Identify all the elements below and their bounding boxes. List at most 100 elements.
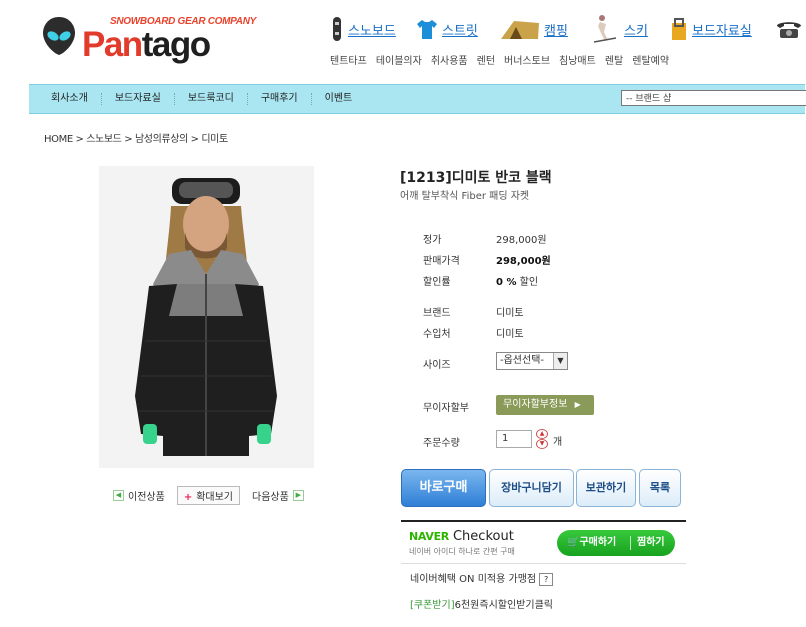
- logo-wordmark-part2: tago: [141, 25, 211, 64]
- naver-benefit-notice: 네이버혜택 ON 미적용 가맹점?: [410, 570, 554, 586]
- subnav-item[interactable]: 테이블의자: [376, 52, 422, 67]
- menu-item-board-coordi[interactable]: 보드룩코디: [173, 93, 247, 105]
- subnav-item[interactable]: 렌탈: [605, 52, 623, 67]
- naver-checkout-subtitle: 네이버 아이디 하나로 간편 구매: [409, 547, 515, 556]
- naver-benefit-text: 네이버혜택 ON 미적용 가맹점: [410, 574, 537, 585]
- category-board-archive[interactable]: 보드자료실: [670, 14, 752, 44]
- skier-icon: [593, 15, 617, 43]
- category-street[interactable]: 스트릿: [416, 14, 478, 44]
- price-value: 298,000원: [496, 235, 547, 246]
- sale-price-value: 298,000원: [496, 256, 551, 267]
- product-title: [1213]디미토 반코 블랙: [400, 170, 552, 186]
- menu-item-board-archive[interactable]: 보드자료실: [100, 93, 174, 105]
- menu-item-company[interactable]: 회사소개: [51, 93, 101, 105]
- menu-item-events[interactable]: 이벤트: [310, 93, 366, 105]
- brand-value: 디미토: [496, 308, 524, 319]
- clip-icon: [672, 18, 686, 40]
- main-menu-bar: 회사소개 보드자료실 보드룩코디 구매후기 이벤트 -- 브랜드 샵 ▼: [29, 84, 806, 114]
- naver-checkout: NAVER Checkout 네이버 아이디 하나로 간편 구매 🛒구매하기 찜하…: [401, 520, 686, 564]
- quantity-label: 주문수량: [423, 438, 460, 449]
- category-camping[interactable]: 캠핑: [500, 14, 568, 44]
- quantity-stepper[interactable]: ▲ ▼: [536, 429, 548, 449]
- add-to-cart-button[interactable]: 장바구니담기: [489, 469, 574, 507]
- phone-icon: [777, 22, 801, 38]
- category-label: 캠핑: [544, 22, 568, 38]
- subnav-item[interactable]: 렌탈예약: [632, 52, 669, 67]
- interest-info-button[interactable]: 무이자할부정보 ▶: [496, 395, 594, 415]
- main-menu: 회사소개 보드자료실 보드룩코디 구매후기 이벤트: [51, 93, 365, 105]
- zoom-label: 확대보기: [196, 492, 234, 503]
- subnav-item[interactable]: 침낭매트: [559, 52, 596, 67]
- size-select-value: -옵션선택-: [500, 355, 545, 366]
- subnav-item[interactable]: 텐트타프: [330, 52, 367, 67]
- discount-value: 0 %: [496, 277, 517, 288]
- coupon-text: 6천원즉시할인받기클릭: [454, 600, 553, 611]
- size-label: 사이즈: [423, 360, 451, 371]
- quantity-down-icon[interactable]: ▼: [536, 439, 548, 449]
- product-subtitle: 어깨 탈부착식 Fiber 패딩 자켓: [400, 191, 530, 202]
- naver-wish-button[interactable]: 찜하기: [637, 530, 665, 556]
- prev-arrow-icon[interactable]: ◀: [113, 490, 124, 501]
- cart-icon: 🛒: [567, 537, 580, 548]
- logo-wordmark-part1: Pan: [82, 25, 143, 64]
- alien-logo-icon: [43, 17, 75, 55]
- product-image[interactable]: [99, 166, 314, 468]
- logo-wordmark: Pantago: [82, 25, 211, 64]
- naver-brand: NAVER: [409, 530, 449, 543]
- zoom-button[interactable]: + 확대보기: [176, 486, 241, 505]
- naver-buy-wish-button: 🛒구매하기 찜하기: [557, 530, 675, 556]
- brand-shop-select[interactable]: -- 브랜드 샵 ▼: [621, 90, 806, 106]
- naver-checkout-logo: NAVER Checkout: [409, 529, 514, 544]
- menu-item-reviews[interactable]: 구매후기: [246, 93, 311, 105]
- camping-subnav: 텐트타프 테이블의자 취사용품 렌턴 버너스토브 침낭매트 렌탈 렌탈예약: [330, 52, 669, 67]
- site-logo[interactable]: SNOWBOARD GEAR COMPANY Pantago: [42, 14, 272, 64]
- subnav-item[interactable]: 렌턴: [477, 52, 495, 67]
- help-icon[interactable]: ?: [539, 572, 554, 586]
- list-button[interactable]: 목록: [639, 469, 681, 507]
- dropdown-arrow-icon: ▼: [553, 353, 567, 369]
- image-navigation: ◀ 이전상품 + 확대보기 다음상품 ▶: [109, 486, 308, 505]
- interest-label: 무이자할부: [423, 403, 469, 414]
- save-for-later-button[interactable]: 보관하기: [576, 469, 636, 507]
- subnav-item[interactable]: 버너스토브: [504, 52, 550, 67]
- snowboard-icon: [333, 17, 341, 41]
- interest-button-label: 무이자할부정보: [503, 399, 568, 410]
- category-nav: 스노보드 스트릿 캠핑 스키 보드자료실: [330, 14, 806, 46]
- phone-link[interactable]: [774, 14, 804, 44]
- next-arrow-icon[interactable]: ▶: [292, 490, 304, 501]
- plus-icon: +: [183, 492, 193, 503]
- price-label: 정가: [423, 235, 442, 246]
- naver-buy-button[interactable]: 🛒구매하기: [567, 530, 616, 556]
- brand-select-value: -- 브랜드 샵: [626, 94, 672, 104]
- category-label: 스키: [624, 22, 648, 38]
- category-label: 스트릿: [442, 22, 478, 38]
- coupon-link[interactable]: [쿠폰받기]6천원즉시할인받기클릭: [410, 596, 553, 611]
- prev-product-link[interactable]: 이전상품: [128, 488, 165, 503]
- next-product-link[interactable]: 다음상품: [252, 488, 289, 503]
- category-ski[interactable]: 스키: [592, 14, 648, 44]
- category-label: 스노보드: [348, 22, 396, 38]
- jacket-photo: [99, 166, 314, 468]
- category-snowboard[interactable]: 스노보드: [330, 14, 396, 44]
- quantity-unit: 개: [553, 437, 563, 448]
- naver-checkout-label: Checkout: [452, 529, 514, 544]
- buy-now-button[interactable]: 바로구매: [401, 469, 486, 507]
- quantity-input[interactable]: 1: [496, 430, 532, 448]
- brand-label: 브랜드: [423, 308, 451, 319]
- size-select[interactable]: -옵션선택- ▼: [496, 352, 568, 370]
- subnav-item[interactable]: 취사용품: [431, 52, 468, 67]
- category-label: 보드자료실: [692, 22, 752, 38]
- discount-value-group: 0 % 할인: [496, 273, 538, 288]
- discount-label: 할인률: [423, 277, 451, 288]
- tent-icon: [501, 21, 539, 39]
- discount-suffix: 할인: [519, 277, 539, 288]
- triangle-right-icon: ▶: [574, 400, 581, 409]
- coupon-tag: [쿠폰받기]: [410, 600, 455, 611]
- naver-buy-label: 구매하기: [579, 537, 617, 548]
- importer-value: 디미토: [496, 329, 524, 340]
- importer-label: 수입처: [423, 329, 451, 340]
- divider: [630, 536, 631, 550]
- quantity-up-icon[interactable]: ▲: [536, 429, 548, 439]
- sale-price-label: 판매가격: [423, 256, 460, 267]
- tshirt-icon: [417, 20, 437, 39]
